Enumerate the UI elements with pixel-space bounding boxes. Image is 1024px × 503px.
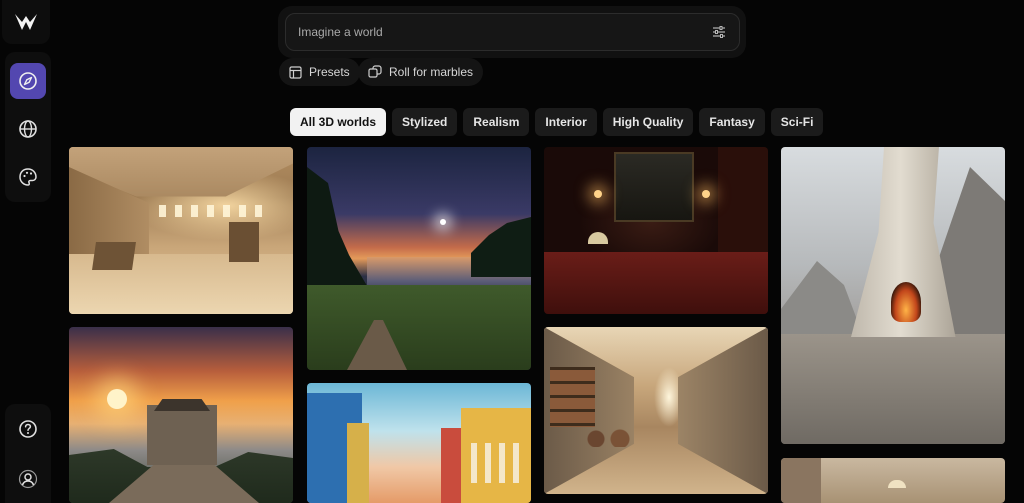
world-card[interactable] [69,327,293,503]
tab-fantasy[interactable]: Fantasy [699,108,765,136]
world-card[interactable] [781,458,1005,503]
tab-all-3d-worlds[interactable]: All 3D worlds [290,108,387,136]
presets-button[interactable]: Presets [279,58,360,86]
help-icon [19,420,37,438]
tab-sci-fi[interactable]: Sci-Fi [770,108,824,136]
presets-label: Presets [309,65,350,79]
sliders-icon[interactable] [711,24,727,40]
logo[interactable] [2,0,50,44]
roll-for-marbles-button[interactable]: Roll for marbles [358,58,484,86]
layout-icon [289,65,302,79]
compass-icon [19,72,37,90]
nav-group [5,52,51,202]
tab-high-quality[interactable]: High Quality [602,108,694,136]
sidebar [0,0,56,503]
nav-styles-button[interactable] [10,159,46,195]
prompt-input[interactable] [298,25,711,39]
sidebar-bottom [5,404,51,503]
world-card[interactable] [307,383,531,503]
marble-logo-icon [15,14,37,30]
tab-realism[interactable]: Realism [463,108,530,136]
globe-icon [19,120,37,138]
prompt-panel [278,6,746,58]
world-card[interactable] [69,147,293,314]
profile-button[interactable] [10,461,46,497]
prompt-field[interactable] [285,13,740,51]
world-card[interactable] [544,327,768,494]
tab-stylized[interactable]: Stylized [392,108,458,136]
roll-label: Roll for marbles [389,65,474,79]
tab-interior[interactable]: Interior [535,108,597,136]
world-card[interactable] [307,147,531,370]
nav-explore-button[interactable] [10,63,46,99]
help-button[interactable] [10,411,46,447]
user-icon [18,469,38,489]
category-tabs: All 3D worlds Stylized Realism Interior … [290,108,824,136]
nav-worlds-button[interactable] [10,111,46,147]
world-card[interactable] [544,147,768,314]
dice-icon [368,65,382,78]
palette-icon [19,168,37,186]
world-card[interactable] [781,147,1005,444]
